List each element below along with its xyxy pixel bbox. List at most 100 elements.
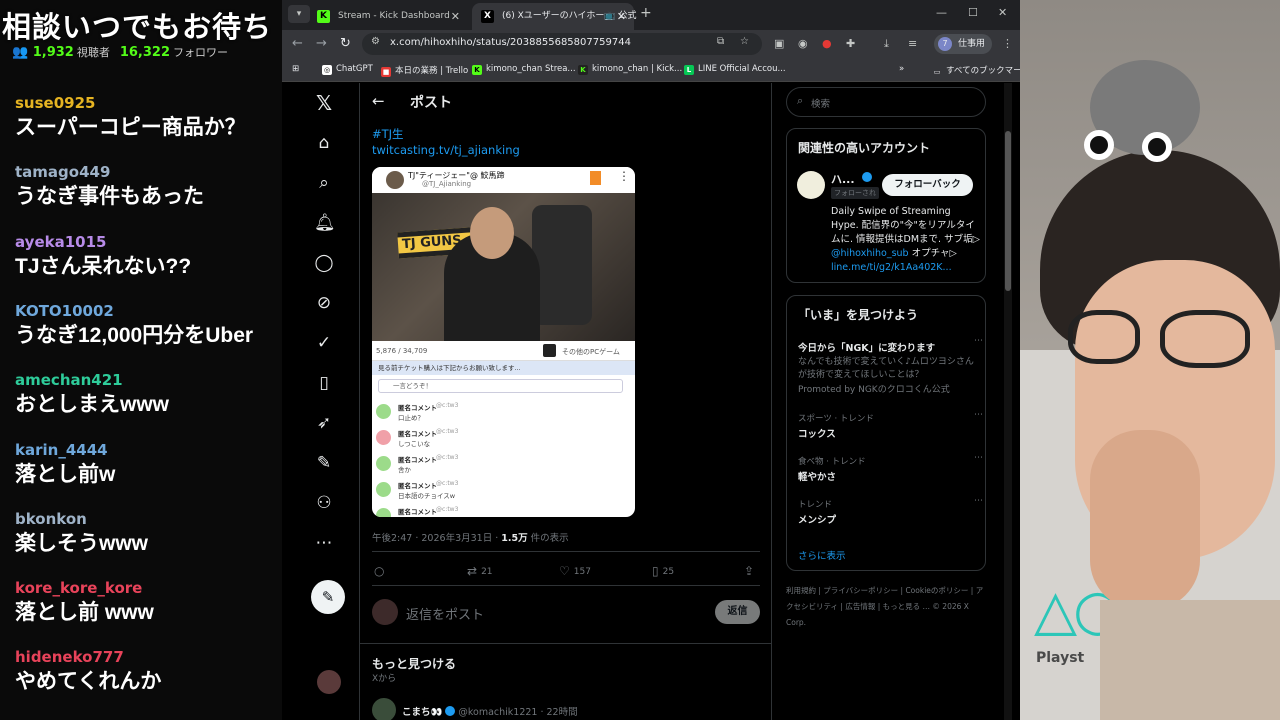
account-avatar[interactable] (317, 670, 341, 694)
screen: 相談いつでもお待ち 👥 1,932 視聴者 16,322 フォロワー suse0925… (0, 0, 1280, 720)
forward-icon[interactable]: → (316, 36, 327, 51)
close-icon[interactable]: ✕ (451, 3, 460, 30)
tab-search-button[interactable]: ▾ (288, 5, 310, 23)
chat-username[interactable]: ayeka1015 (15, 233, 285, 251)
close-window-icon[interactable]: ✕ (998, 6, 1007, 19)
rocket-icon[interactable]: ➶ (314, 413, 334, 433)
more-icon[interactable]: ⋯ (974, 496, 983, 506)
install-icon[interactable]: ⧉ (717, 36, 724, 47)
search-icon[interactable]: ⌕ (314, 173, 334, 193)
media-comment: 匿名コメント @c:tw3 日本語のチョイスw (376, 477, 631, 503)
reply-action[interactable]: ○ (374, 564, 388, 578)
notifications-icon[interactable]: 🔔︎ (314, 213, 336, 233)
extension-icon[interactable]: ● (822, 37, 832, 50)
url-text: x.com/hihoxhiho/status/20388556858077597… (390, 37, 631, 48)
chat-text: おとしまえwww (15, 393, 170, 417)
chat-username[interactable]: hideneko777 (15, 648, 285, 666)
bookmarks-icon[interactable]: ▯ (314, 373, 334, 393)
bookmark-kick-stream[interactable]: Kkimono_chan Strea... (472, 64, 576, 75)
footer-links[interactable]: 利用規約 | プライバシーポリシー | Cookieのポリシー | アクセシビリ… (786, 583, 986, 631)
back-arrow-icon[interactable]: ← (372, 92, 385, 110)
menu-icon[interactable]: ⋮ (1002, 37, 1013, 50)
scrollbar-thumb[interactable] (1005, 131, 1011, 291)
search-input[interactable]: ⌕ 検索 (786, 87, 986, 117)
tab-x-post[interactable]: X (6) Xユーザーのハイホー📺 公式 ✕ (472, 3, 636, 30)
trend-category: トレンド (798, 500, 833, 510)
bio-link[interactable]: line.me/ti/g2/k1Aa402K... (831, 262, 952, 273)
x-logo-icon[interactable]: 𝕏 (314, 93, 334, 113)
tab-kick-dashboard[interactable]: K Stream - Kick Dashboard ✕ (308, 3, 468, 30)
bookmark-action[interactable]: ▯ 25 (652, 564, 674, 578)
site-info-icon[interactable]: ⚙ (371, 36, 380, 47)
external-link[interactable]: twitcasting.tv/tj_ajianking (372, 143, 520, 157)
reload-icon[interactable]: ↻ (340, 36, 351, 51)
post-media-image[interactable]: TJ"ティージェー"@ 鮫馬蹄 @TJ_Ajianking ⋮ TJ GUNS … (372, 167, 635, 517)
chat-username[interactable]: kore_kore_kore (15, 579, 285, 597)
reply-input[interactable]: 返信をポスト (406, 604, 484, 623)
more-bookmarks-icon[interactable]: » (899, 64, 904, 74)
media-control-icon[interactable]: ≡ (908, 37, 917, 50)
more-icon[interactable]: ⋯ (314, 533, 334, 553)
bookmark-line[interactable]: L LINE Official Accou... (684, 64, 786, 75)
comment-input: 一言どうぞ！ (378, 379, 623, 393)
media-comment: 匿名コメント @c:tw3 (376, 503, 631, 517)
browser-window: ▾ K Stream - Kick Dashboard ✕ X (6) Xユーザ… (282, 0, 1030, 720)
minimize-icon[interactable]: — (936, 6, 947, 19)
trend-item[interactable]: 食べ物 · トレンド 軽やかさ ⋯ (798, 453, 983, 483)
comment-name: 匿名コメント (398, 482, 437, 490)
trend-item[interactable]: 今日から「NGK」に変わります なんでも技術で変えていく♪ムロツヨシさんが技術で変… (798, 336, 983, 397)
comment-name: 匿名コメント (398, 456, 437, 464)
scrollbar[interactable] (1004, 83, 1012, 720)
more-icon[interactable]: ⋯ (974, 336, 983, 346)
chat-username[interactable]: suse0925 (15, 94, 285, 112)
trend-item[interactable]: トレンド メンシプ ⋯ (798, 496, 983, 526)
bookmark-trello[interactable]: ■ 本日の業務 | Trello (381, 64, 468, 77)
address-bar[interactable]: ⚙ x.com/hihoxhiho/status/203885568580775… (362, 33, 762, 55)
comment-id: @c:tw3 (436, 480, 459, 487)
profile-button[interactable]: 7 仕事用 (934, 34, 992, 54)
show-more-link[interactable]: さらに表示 (798, 548, 846, 562)
chat-username[interactable]: amechan421 (15, 371, 285, 389)
apps-icon[interactable]: ⊞ (292, 64, 299, 74)
bookmark-star-icon[interactable]: ☆ (740, 36, 749, 47)
reply-button[interactable]: 返信 (715, 600, 760, 624)
share-action[interactable]: ⇪ (744, 564, 758, 578)
chat-username[interactable]: tamago449 (15, 163, 285, 181)
trend-item[interactable]: スポーツ · トレンド コックス ⋯ (798, 410, 983, 440)
comment-id: @c:tw3 (436, 506, 459, 513)
media-comment: 匿名コメント @c:tw3 しつこいな (376, 425, 631, 451)
compose-post-icon[interactable]: ✎ (311, 580, 345, 614)
avatar[interactable] (797, 171, 825, 199)
back-icon[interactable]: ← (292, 36, 303, 51)
messages-icon[interactable]: ◯ (314, 253, 334, 273)
home-icon[interactable]: ⌂ (314, 133, 334, 153)
articles-icon[interactable]: ✎ (314, 453, 334, 473)
like-action[interactable]: ♡ 157 (559, 564, 591, 578)
chat-message: bkonkon 楽しそうwww (15, 510, 285, 557)
bookmarks-folder[interactable]: ▭ すべてのブックマーク (932, 64, 1030, 77)
next-post[interactable]: こまち👀 @komachik1221 · 22時間 (372, 698, 578, 720)
extension-icon[interactable]: ▣ (774, 37, 784, 50)
extension-icon[interactable]: ◉ (798, 37, 808, 50)
profile-icon[interactable]: ⚇ (314, 493, 334, 513)
grok-icon[interactable]: ⊘ (314, 293, 334, 313)
verified-icon[interactable]: ✓ (314, 333, 334, 353)
x-left-nav: 𝕏 ⌂ ⌕ 🔔︎ ◯ ⊘ ✓ ▯ ➶ ✎ ⚇ ⋯ ✎ (282, 83, 359, 720)
hashtag-link[interactable]: #TJ生 (372, 126, 404, 142)
more-icon[interactable]: ⋯ (974, 453, 983, 463)
chat-username[interactable]: KOTO10002 (15, 302, 285, 320)
repost-action[interactable]: ⇄ 21 (467, 564, 493, 578)
chat-username[interactable]: karin_4444 (15, 441, 285, 459)
extensions-puzzle-icon[interactable]: ✚ (846, 37, 855, 50)
follow-back-button[interactable]: フォローバック (882, 174, 973, 196)
download-icon[interactable]: ⤓ (884, 37, 889, 51)
close-icon[interactable]: ✕ (617, 3, 626, 30)
bookmark-kick[interactable]: Kkimono_chan | Kick... (578, 64, 682, 75)
maximize-icon[interactable]: ☐ (968, 6, 978, 19)
account-name[interactable]: ハ... (831, 171, 855, 187)
bio-link[interactable]: @hihoxhiho_sub (831, 248, 909, 259)
more-icon[interactable]: ⋯ (974, 410, 983, 420)
chat-username[interactable]: bkonkon (15, 510, 285, 528)
bookmark-chatgpt[interactable]: ◎ ChatGPT (322, 64, 373, 75)
new-tab-icon[interactable]: + (640, 5, 652, 21)
